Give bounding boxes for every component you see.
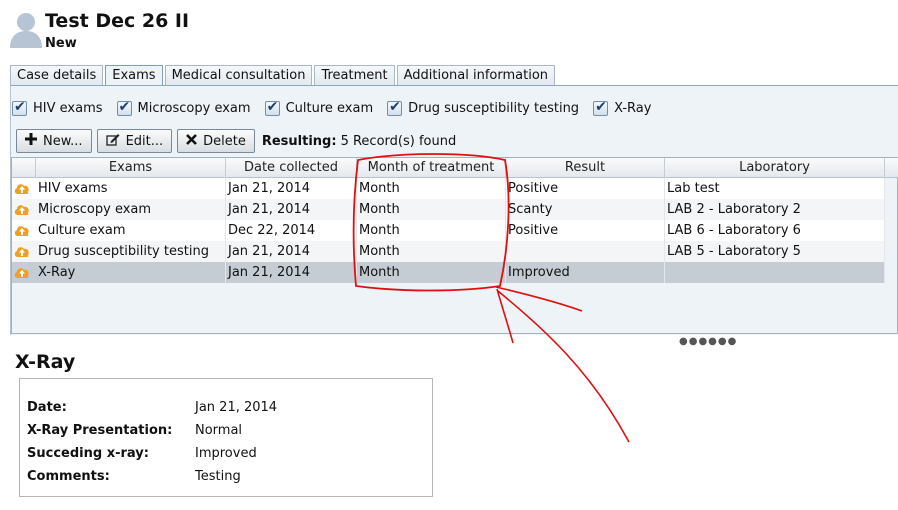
cell-month: Month xyxy=(357,262,506,283)
detail-label-succeding: Succeding x-ray: xyxy=(27,446,149,461)
cell-month: Month xyxy=(357,220,506,241)
cell-laboratory: LAB 5 - Laboratory 5 xyxy=(665,241,885,262)
upload-arrow-icon xyxy=(14,184,29,194)
detail-value-presentation: Normal xyxy=(195,423,243,438)
case-header: Test Dec 26 II New xyxy=(0,0,898,60)
cell-date: Jan 21, 2014 xyxy=(226,178,357,199)
table-row[interactable]: Culture exam Dec 22, 2014 Month Positive… xyxy=(12,220,885,241)
filter-culture-exam[interactable]: Culture exam xyxy=(264,99,374,116)
filter-label: HIV exams xyxy=(33,100,103,116)
new-button-label: New... xyxy=(43,133,83,149)
checkbox-culture-exam[interactable] xyxy=(264,99,280,116)
filter-hiv-exams[interactable]: HIV exams xyxy=(12,99,103,116)
edit-icon xyxy=(105,133,120,150)
tab-case-details[interactable]: Case details xyxy=(10,65,104,86)
cell-exam: HIV exams xyxy=(36,178,226,199)
cell-exam: Microscopy exam xyxy=(36,199,226,220)
exam-filters: HIV exams Microscopy exam Culture exam D… xyxy=(12,98,665,118)
cell-result xyxy=(506,241,665,262)
tab-additional-information[interactable]: Additional information xyxy=(396,65,556,86)
delete-button[interactable]: Delete xyxy=(177,129,255,153)
column-header-laboratory[interactable]: Laboratory xyxy=(665,158,885,178)
new-button[interactable]: New... xyxy=(16,129,92,153)
column-header-result[interactable]: Result xyxy=(506,158,665,178)
cell-date: Jan 21, 2014 xyxy=(226,199,357,220)
table-row[interactable]: HIV exams Jan 21, 2014 Month Positive La… xyxy=(12,178,885,199)
cell-laboratory xyxy=(665,262,885,283)
exams-table: Exams Date collected Month of treatment … xyxy=(11,157,898,334)
cell-date: Dec 22, 2014 xyxy=(226,220,357,241)
column-header-date-collected[interactable]: Date collected xyxy=(226,158,357,178)
x-icon xyxy=(186,133,198,149)
upload-arrow-icon xyxy=(14,205,29,215)
tab-treatment[interactable]: Treatment xyxy=(314,65,395,86)
filter-label: Culture exam xyxy=(285,100,374,116)
cell-month: Month xyxy=(357,178,506,199)
detail-value-date: Jan 21, 2014 xyxy=(195,400,278,415)
cell-laboratory: LAB 2 - Laboratory 2 xyxy=(665,199,885,220)
filter-drug-susceptibility-testing[interactable]: Drug susceptibility testing xyxy=(387,99,580,116)
plus-icon xyxy=(25,133,37,149)
case-status: New xyxy=(45,36,77,51)
upload-arrow-icon xyxy=(14,247,29,257)
table-header: Exams Date collected Month of treatment … xyxy=(12,158,898,178)
edit-button-label: Edit... xyxy=(125,133,164,149)
edit-button[interactable]: Edit... xyxy=(96,129,173,153)
table-row-selected[interactable]: X-Ray Jan 21, 2014 Month Improved xyxy=(12,262,885,283)
cell-exam: Drug susceptibility testing xyxy=(36,241,226,262)
cell-exam: Culture exam xyxy=(36,220,226,241)
user-avatar-icon xyxy=(10,13,42,48)
detail-label-presentation: X-Ray Presentation: xyxy=(27,423,173,438)
result-count: 5 Record(s) found xyxy=(340,133,457,149)
detail-title: X-Ray xyxy=(15,351,76,373)
cell-result: Positive xyxy=(506,178,665,199)
checkbox-microscopy-exam[interactable] xyxy=(116,99,132,116)
tab-medical-consultation[interactable]: Medical consultation xyxy=(164,65,313,86)
checkbox-hiv-exams[interactable] xyxy=(12,99,27,116)
detail-label-comments: Comments: xyxy=(27,469,110,484)
detail-label-date: Date: xyxy=(27,400,67,415)
detail-value-succeding: Improved xyxy=(195,446,257,461)
exam-toolbar: New... Edit... Delete Resulting: 5 Recor… xyxy=(16,129,456,153)
column-header-exams[interactable]: Exams xyxy=(36,158,226,178)
delete-button-label: Delete xyxy=(203,133,246,149)
case-title: Test Dec 26 II xyxy=(45,10,190,32)
column-header-month-of-treatment[interactable]: Month of treatment xyxy=(357,158,506,178)
cell-laboratory: LAB 6 - Laboratory 6 xyxy=(665,220,885,241)
cell-month: Month xyxy=(357,241,506,262)
tab-bar: Case details Exams Medical consultation … xyxy=(10,65,556,87)
filter-x-ray[interactable]: X-Ray xyxy=(593,99,652,116)
cell-laboratory: Lab test xyxy=(665,178,885,199)
cell-date: Jan 21, 2014 xyxy=(226,241,357,262)
cell-date: Jan 21, 2014 xyxy=(226,262,357,283)
upload-arrow-icon xyxy=(14,226,29,236)
checkbox-x-ray[interactable] xyxy=(593,99,609,116)
filter-label: Microscopy exam xyxy=(137,100,251,116)
checkbox-drug-susceptibility-testing[interactable] xyxy=(387,99,403,116)
splitter-handle[interactable]: ●●●●●● xyxy=(679,336,737,347)
column-header-icon xyxy=(12,158,36,178)
resulting-label: Resulting: xyxy=(261,133,337,149)
filter-label: X-Ray xyxy=(614,100,652,116)
table-row[interactable]: Drug susceptibility testing Jan 21, 2014… xyxy=(12,241,885,262)
cell-result: Improved xyxy=(506,262,665,283)
table-row[interactable]: Microscopy exam Jan 21, 2014 Month Scant… xyxy=(12,199,885,220)
upload-arrow-icon xyxy=(14,268,29,278)
filter-label: Drug susceptibility testing xyxy=(408,100,580,116)
cell-exam: X-Ray xyxy=(36,262,226,283)
cell-result: Positive xyxy=(506,220,665,241)
cell-month: Month xyxy=(357,199,506,220)
detail-value-comments: Testing xyxy=(195,469,241,484)
tab-exams[interactable]: Exams xyxy=(105,65,163,87)
filter-microscopy-exam[interactable]: Microscopy exam xyxy=(116,99,251,116)
cell-result: Scanty xyxy=(506,199,665,220)
